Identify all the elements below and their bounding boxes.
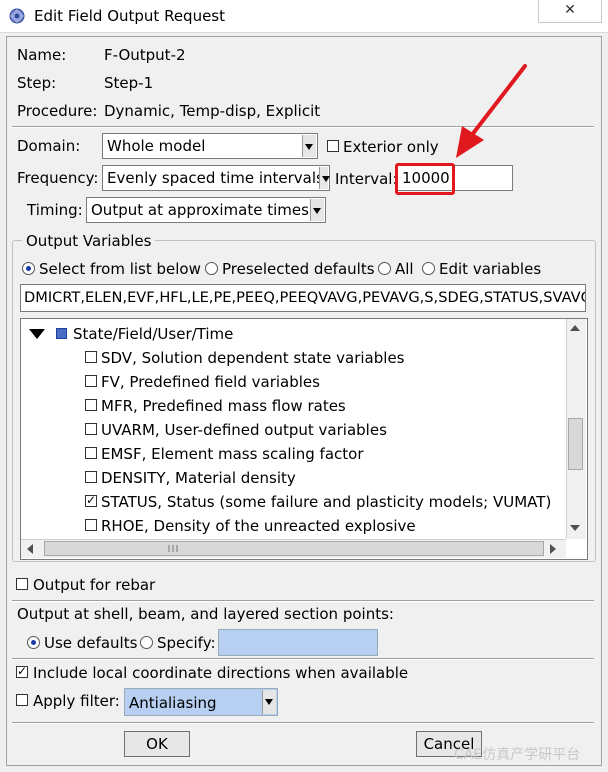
separator xyxy=(12,600,594,602)
exterior-only-checkbox[interactable] xyxy=(327,140,339,152)
domain-combo[interactable]: Whole model xyxy=(102,133,318,159)
radio-select-from-list[interactable] xyxy=(22,262,35,275)
list-item: UVARM, User-defined output variables xyxy=(101,421,387,439)
list-item: EMSF, Element mass scaling factor xyxy=(101,445,364,463)
radio-specify[interactable] xyxy=(140,636,153,649)
ok-button[interactable]: OK xyxy=(124,731,190,757)
close-button[interactable]: ✕ xyxy=(538,0,602,23)
scroll-right-icon[interactable] xyxy=(548,543,558,555)
list-item: FV, Predefined field variables xyxy=(101,373,320,391)
chevron-down-icon[interactable] xyxy=(319,167,330,189)
output-for-rebar-checkbox[interactable] xyxy=(16,578,28,590)
output-for-rebar-label: Output for rebar xyxy=(33,576,156,594)
procedure-label: Procedure: xyxy=(17,102,98,120)
output-variables-title: Output Variables xyxy=(22,232,156,250)
timing-label: Timing: xyxy=(27,201,83,219)
timing-value: Output at approximate times xyxy=(91,201,309,219)
procedure-value: Dynamic, Temp-disp, Explicit xyxy=(104,102,321,120)
chevron-down-icon[interactable] xyxy=(302,135,316,157)
apply-filter-checkbox[interactable] xyxy=(16,694,28,706)
radio-all-label: All xyxy=(395,260,414,278)
step-value: Step-1 xyxy=(104,74,154,92)
item-checkbox[interactable] xyxy=(85,519,97,531)
radio-select-from-list-label: Select from list below xyxy=(39,260,201,278)
frequency-combo[interactable]: Evenly spaced time intervals xyxy=(102,165,330,191)
separator xyxy=(12,722,594,724)
radio-edit-variables[interactable] xyxy=(422,262,435,275)
hscrollbar-thumb[interactable] xyxy=(44,541,544,556)
frequency-value: Evenly spaced time intervals xyxy=(107,169,324,187)
radio-preselected-defaults[interactable] xyxy=(205,262,218,275)
chevron-down-icon[interactable] xyxy=(262,690,276,714)
scrollbar-thumb[interactable] xyxy=(568,418,583,470)
radio-use-defaults-label: Use defaults xyxy=(44,634,138,652)
list-item: SDV, Solution dependent state variables xyxy=(101,349,405,367)
highlight-annotation-box xyxy=(395,163,455,195)
radio-use-defaults[interactable] xyxy=(27,636,40,649)
tree-node-icon[interactable] xyxy=(56,328,67,339)
variables-text: DMICRT,ELEN,EVF,HFL,LE,PE,PEEQ,PEEQVAVG,… xyxy=(24,289,586,306)
radio-edit-variables-label: Edit variables xyxy=(439,260,542,278)
list-item: DENSITY, Material density xyxy=(101,469,296,487)
list-item: RHOE, Density of the unreacted explosive xyxy=(101,517,416,535)
filter-combo[interactable]: Antialiasing xyxy=(124,688,278,716)
separator xyxy=(12,658,594,660)
item-checkbox[interactable] xyxy=(85,351,97,363)
timing-combo[interactable]: Output at approximate times xyxy=(86,197,326,223)
specify-input[interactable] xyxy=(218,629,378,656)
name-value: F-Output-2 xyxy=(104,46,186,64)
include-local-coords-checkbox[interactable] xyxy=(16,664,28,678)
tree-root-label: State/Field/User/Time xyxy=(73,325,234,343)
radio-all[interactable] xyxy=(378,262,391,275)
chevron-down-icon[interactable] xyxy=(310,199,324,221)
item-checkbox[interactable] xyxy=(85,447,97,459)
list-item: STATUS, Status (some failure and plastic… xyxy=(101,493,552,511)
interval-label: Interval: xyxy=(335,170,398,188)
item-checkbox-checked[interactable] xyxy=(85,493,97,507)
name-label: Name: xyxy=(17,46,67,64)
exterior-only-label: Exterior only xyxy=(343,138,439,156)
list-item: MFR, Predefined mass flow rates xyxy=(101,397,346,415)
filter-value: Antialiasing xyxy=(129,694,217,712)
watermark: CAE仿真产学研平台 xyxy=(454,747,581,763)
item-checkbox[interactable] xyxy=(85,399,97,411)
scroll-left-icon[interactable] xyxy=(25,543,35,555)
radio-specify-label: Specify: xyxy=(157,634,216,652)
window-title: Edit Field Output Request xyxy=(34,7,226,25)
item-checkbox[interactable] xyxy=(85,471,97,483)
item-checkbox[interactable] xyxy=(85,375,97,387)
scroll-down-icon[interactable] xyxy=(569,523,581,533)
scroll-up-icon[interactable] xyxy=(569,323,581,333)
frequency-label: Frequency: xyxy=(17,169,99,187)
domain-value: Whole model xyxy=(107,137,206,155)
close-icon: ✕ xyxy=(564,2,576,18)
section-points-label: Output at shell, beam, and layered secti… xyxy=(17,605,394,623)
domain-label: Domain: xyxy=(17,137,81,155)
app-icon xyxy=(9,8,25,24)
expand-triangle-icon[interactable] xyxy=(28,327,46,341)
red-arrow-annotation-icon xyxy=(456,64,527,158)
variables-text-field[interactable]: DMICRT,ELEN,EVF,HFL,LE,PE,PEEQ,PEEQVAVG,… xyxy=(20,284,586,312)
apply-filter-label: Apply filter: xyxy=(33,692,120,710)
grip-icon xyxy=(168,545,178,552)
item-checkbox[interactable] xyxy=(85,423,97,435)
radio-preselected-defaults-label: Preselected defaults xyxy=(222,260,375,278)
step-label: Step: xyxy=(17,74,57,92)
include-local-coords-label: Include local coordinate directions when… xyxy=(33,664,409,682)
